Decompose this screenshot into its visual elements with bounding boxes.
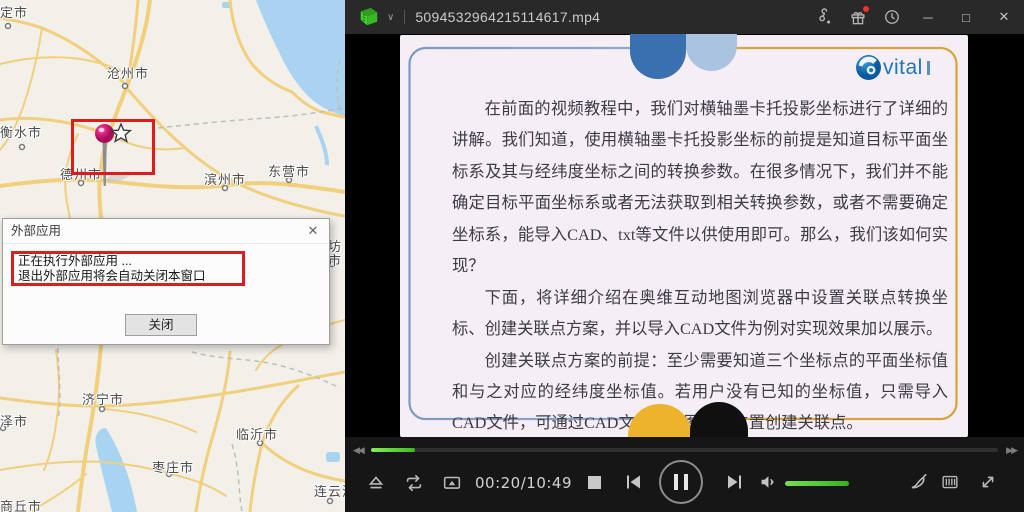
fullscreen-icon[interactable] xyxy=(977,471,999,493)
stop-button[interactable] xyxy=(588,476,601,489)
city-label: 临沂市 xyxy=(236,424,278,443)
time-display: 00:20/10:49 xyxy=(475,474,572,492)
logo-dash xyxy=(927,61,930,75)
pepper-icon[interactable] xyxy=(907,471,929,493)
slide-text: 在前面的视频教程中，我们对横轴墨卡托投影坐标进行了详细的讲解。我们知道，使用横轴… xyxy=(452,93,948,437)
city-label: 衡水市 xyxy=(0,122,42,141)
external-app-dialog: 外部应用 ✕ 正在执行外部应用 ... 退出外部应用将会自动关闭本窗口 关闭 xyxy=(2,218,330,345)
seek-back-icon[interactable]: ◀◀ xyxy=(353,445,363,456)
ovital-logo-icon xyxy=(855,54,882,81)
river xyxy=(316,126,327,165)
slide-paragraph: 下面，将详细介绍在奥维互动地图浏览器中设置关联点转换坐标、创建关联点方案，并以导… xyxy=(452,282,948,345)
screen: 定市 沧州市 衡水市 德州市 滨州市 东营市 坊市 济宁市 泽市 临沂市 枣庄市… xyxy=(0,0,1024,512)
dialog-message-line1: 正在执行外部应用 ... xyxy=(18,254,238,269)
ovital-logo-text: vital xyxy=(883,56,923,80)
city-label: 东营市 xyxy=(268,161,310,180)
volume-icon[interactable] xyxy=(757,471,779,493)
minimize-button[interactable]: ─ xyxy=(916,10,940,25)
titlebar-divider xyxy=(404,10,405,24)
player-controls: ◀◀ ▶▶ xyxy=(345,437,1024,512)
player-logo-film-icon[interactable] xyxy=(357,6,381,28)
previous-track-button[interactable] xyxy=(621,470,645,494)
chevron-down-icon[interactable]: ∨ xyxy=(387,12,394,23)
seek-row: ◀◀ ▶▶ xyxy=(345,437,1024,459)
video-player-window: ∨ 5094532964215114617.mp4 xyxy=(345,0,1024,512)
city-label: 济宁市 xyxy=(82,389,124,408)
video-area[interactable]: vital 在前面的视频教程中，我们对横轴墨卡托投影坐标进行了详细的讲解。我们知… xyxy=(345,34,1024,437)
control-buttons-row: 00:20/10:49 xyxy=(345,459,1024,512)
map-annotation-rectangle xyxy=(71,119,155,175)
seek-progress xyxy=(371,448,415,452)
city-label: 滨州市 xyxy=(204,169,246,188)
dialog-titlebar[interactable]: 外部应用 ✕ xyxy=(3,219,329,244)
screencast-icon[interactable] xyxy=(441,472,463,494)
seek-bar[interactable] xyxy=(371,448,998,452)
city-label: 泽市 xyxy=(0,411,28,430)
notification-dot xyxy=(863,6,869,12)
volume-slider[interactable] xyxy=(785,481,849,486)
city-label: 连云港 xyxy=(314,481,345,500)
dialog-close-icon[interactable]: ✕ xyxy=(303,219,323,243)
close-button[interactable]: ✕ xyxy=(992,9,1016,25)
city-label: 坊市 xyxy=(328,240,344,268)
seek-forward-icon[interactable]: ▶▶ xyxy=(1006,445,1016,456)
ovital-logo: vital xyxy=(855,54,930,81)
link-icon[interactable] xyxy=(814,7,834,27)
pond xyxy=(326,452,340,462)
next-track-button[interactable] xyxy=(723,470,747,494)
history-clock-icon[interactable] xyxy=(882,7,902,27)
video-filename: 5094532964215114617.mp4 xyxy=(415,9,600,25)
dialog-message-line2: 退出外部应用将会自动关闭本窗口 xyxy=(18,269,238,284)
dialog-close-button[interactable]: 关闭 xyxy=(125,314,197,336)
city-label: 枣庄市 xyxy=(152,457,194,476)
city-label: 定市 xyxy=(0,2,28,21)
city-label: 商丘市 xyxy=(0,496,42,512)
gift-icon[interactable] xyxy=(848,7,868,27)
dialog-message-highlight: 正在执行外部应用 ... 退出外部应用将会自动关闭本窗口 xyxy=(11,251,245,286)
player-titlebar[interactable]: ∨ 5094532964215114617.mp4 xyxy=(345,0,1024,34)
playlist-icon[interactable] xyxy=(939,471,961,493)
pause-button[interactable] xyxy=(659,460,703,504)
open-file-eject-icon[interactable] xyxy=(365,472,387,494)
dialog-title: 外部应用 xyxy=(11,224,61,238)
lake-water xyxy=(95,428,137,512)
city-label: 沧州市 xyxy=(107,63,149,82)
slide-paragraph: 在前面的视频教程中，我们对横轴墨卡托投影坐标进行了详细的讲解。我们知道，使用横轴… xyxy=(452,93,948,282)
loop-mode-icon[interactable] xyxy=(403,472,425,494)
maximize-button[interactable]: □ xyxy=(954,10,978,25)
slide-content: vital 在前面的视频教程中，我们对横轴墨卡托投影坐标进行了详细的讲解。我们知… xyxy=(400,35,968,437)
